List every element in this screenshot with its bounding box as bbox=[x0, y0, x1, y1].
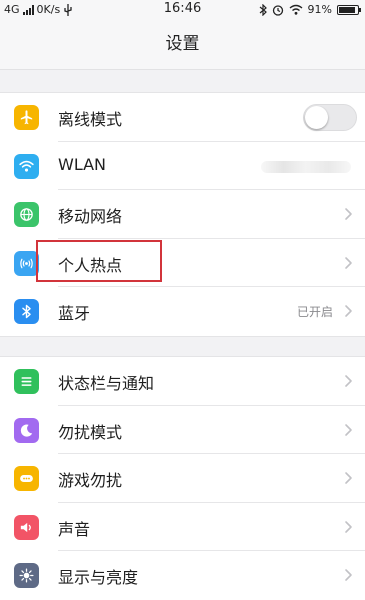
settings-row-label: 声音 bbox=[58, 519, 91, 539]
settings-row-display[interactable]: 显示与亮度 bbox=[0, 551, 365, 600]
settings-row-label: 显示与亮度 bbox=[58, 568, 139, 587]
chevron-right-icon bbox=[345, 520, 352, 533]
globe-icon bbox=[14, 202, 39, 227]
settings-row-label: 勿扰模式 bbox=[58, 422, 123, 442]
settings-row-notifications[interactable]: 状态栏与通知 bbox=[0, 357, 365, 406]
chevron-right-icon bbox=[345, 423, 352, 436]
settings-row-mobile[interactable]: 移动网络 bbox=[0, 190, 365, 239]
settings-row-airplane[interactable]: 离线模式 bbox=[0, 93, 365, 142]
sun-icon bbox=[14, 563, 39, 588]
airplane-mode-toggle[interactable] bbox=[303, 104, 357, 131]
chevron-right-icon bbox=[345, 472, 352, 484]
settings-row-game-dnd[interactable]: 游戏勿扰 bbox=[0, 454, 365, 503]
page-title: 设置 bbox=[0, 22, 365, 70]
settings-group-system: 状态栏与通知 勿扰模式游戏勿扰声音显示与亮度 bbox=[0, 356, 365, 600]
chevron-right-icon bbox=[345, 208, 352, 220]
chevron-right-icon bbox=[345, 569, 352, 581]
wifi-icon bbox=[14, 153, 39, 179]
bluetooth-icon bbox=[14, 299, 39, 324]
settings-row-label: 状态栏与通知 bbox=[58, 374, 155, 393]
chevron-right-icon bbox=[345, 375, 352, 387]
settings-row-dnd[interactable]: 勿扰模式 bbox=[0, 406, 365, 454]
status-right: 91% bbox=[259, 3, 361, 16]
moon-icon bbox=[14, 417, 39, 443]
speaker-icon bbox=[14, 514, 39, 540]
settings-row-bluetooth[interactable]: 蓝牙 已开启 bbox=[0, 287, 365, 336]
alarm-icon bbox=[272, 4, 283, 16]
settings-row-label: 移动网络 bbox=[58, 207, 123, 226]
battery-icon bbox=[337, 4, 361, 15]
settings-row-sound[interactable]: 声音 bbox=[0, 503, 365, 551]
toggle-knob bbox=[305, 106, 328, 129]
gamepad-icon bbox=[14, 466, 39, 491]
settings-row-label: 离线模式 bbox=[58, 110, 123, 129]
battery-percent: 91% bbox=[307, 3, 332, 16]
chevron-right-icon bbox=[345, 256, 352, 269]
settings-row-label: WLAN bbox=[58, 154, 107, 174]
settings-row-wlan[interactable]: WLAN bbox=[0, 142, 365, 190]
status-bar: 4G 0K/s 16:46 91% bbox=[0, 0, 365, 22]
wifi-status-icon bbox=[289, 4, 302, 15]
chevron-right-icon bbox=[345, 305, 352, 317]
bluetooth-status-icon bbox=[259, 3, 267, 16]
settings-row-value: 已开启 bbox=[296, 305, 333, 319]
settings-group-connectivity: 离线模式 WLAN 移动网络 个人热点 蓝牙 已开启 bbox=[0, 92, 365, 337]
settings-row-label: 蓝牙 bbox=[58, 304, 91, 323]
highlight-box bbox=[36, 240, 162, 282]
list-icon bbox=[14, 369, 39, 394]
settings-row-label: 游戏勿扰 bbox=[58, 471, 123, 490]
airplane-icon bbox=[14, 105, 39, 130]
wlan-network-name-blurred bbox=[261, 160, 351, 173]
